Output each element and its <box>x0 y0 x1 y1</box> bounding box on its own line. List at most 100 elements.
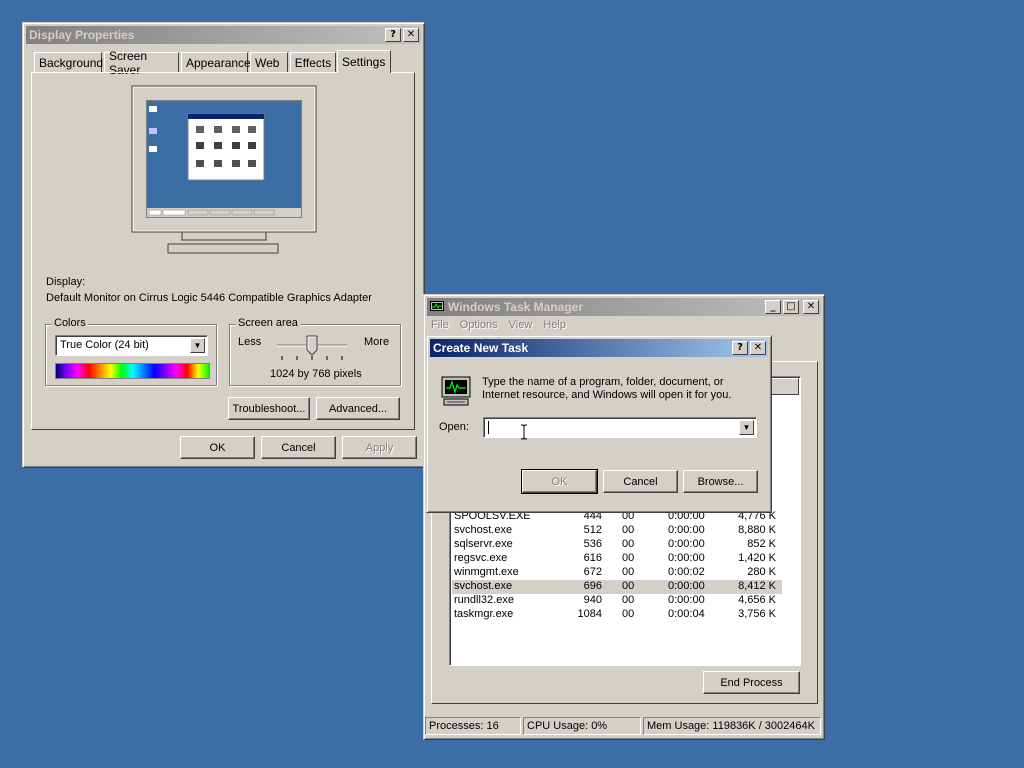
process-time: 0:00:00 <box>668 552 705 564</box>
process-time: 0:00:00 <box>668 580 705 592</box>
status-processes: Processes: 16 <box>425 717 521 735</box>
advanced-button[interactable]: Advanced... <box>316 397 400 420</box>
menu-view[interactable]: View <box>509 319 533 331</box>
process-name: rundll32.exe <box>454 594 514 606</box>
ok-button[interactable]: OK <box>521 469 598 494</box>
tab-settings[interactable]: Settings <box>337 50 391 73</box>
table-row[interactable]: svchost.exe 512 00 0:00:00 8,880 K <box>452 524 782 538</box>
process-time: 0:00:00 <box>668 538 705 550</box>
menu-file[interactable]: File <box>431 319 449 331</box>
dialog-message-line-1: Type the name of a program, folder, docu… <box>482 376 724 388</box>
status-mem: Mem Usage: 119836K / 3002464K <box>643 717 821 735</box>
process-name: regsvc.exe <box>454 552 508 564</box>
table-row-selected[interactable]: svchost.exe 696 00 0:00:00 8,412 K <box>452 580 782 594</box>
process-cpu: 00 <box>622 594 635 606</box>
chevron-down-icon[interactable]: ▼ <box>739 420 754 435</box>
troubleshoot-button[interactable]: Troubleshoot... <box>228 397 310 420</box>
process-mem: 8,412 K <box>738 580 776 592</box>
process-pid: 696 <box>583 580 602 592</box>
process-name: svchost.exe <box>454 524 513 536</box>
colors-label: Colors <box>52 317 88 329</box>
process-cpu: 00 <box>622 538 635 550</box>
open-label: Open: <box>439 421 469 433</box>
process-mem: 1,420 K <box>738 552 776 564</box>
process-mem: 280 K <box>747 566 776 578</box>
screen-area-slider[interactable] <box>274 334 354 364</box>
process-pid: 672 <box>583 566 602 578</box>
display-label: Display: <box>46 276 86 288</box>
menu-options[interactable]: Options <box>460 319 498 331</box>
process-pid: 536 <box>583 538 602 550</box>
text-cursor <box>488 421 489 434</box>
process-pid: 940 <box>583 594 602 606</box>
menu-help[interactable]: Help <box>543 319 566 331</box>
status-cpu: CPU Usage: 0% <box>523 717 641 735</box>
display-properties-titlebar[interactable]: Display Properties ? ✕ <box>26 26 421 44</box>
close-button[interactable]: ✕ <box>803 300 819 314</box>
apply-button[interactable]: Apply <box>342 436 417 459</box>
help-button[interactable]: ? <box>385 28 401 42</box>
screen-area-label: Screen area <box>236 317 300 329</box>
help-button[interactable]: ? <box>732 341 748 355</box>
tab-screen-saver[interactable]: Screen Saver <box>104 49 179 77</box>
i-beam-cursor-icon <box>521 424 527 440</box>
ok-button[interactable]: OK <box>180 436 255 459</box>
process-time: 0:00:00 <box>668 524 705 536</box>
process-cpu: 00 <box>622 566 635 578</box>
cancel-button[interactable]: Cancel <box>603 470 678 493</box>
table-row[interactable]: winmgmt.exe 672 00 0:00:02 280 K <box>452 566 782 580</box>
monitor-preview-icon <box>131 85 317 254</box>
process-mem: 4,656 K <box>738 594 776 606</box>
process-cpu: 00 <box>622 608 635 620</box>
create-new-task-titlebar[interactable]: Create New Task ? ✕ <box>430 339 768 357</box>
tab-background[interactable]: Background <box>34 52 103 72</box>
process-cpu: 00 <box>622 524 635 536</box>
less-label: Less <box>238 336 262 348</box>
process-pid: 512 <box>583 524 602 536</box>
task-manager-icon <box>430 301 444 311</box>
process-mem: 8,880 K <box>738 524 776 536</box>
close-button[interactable]: ✕ <box>750 341 766 355</box>
window-title: Windows Task Manager <box>448 300 584 314</box>
maximize-button[interactable]: □ <box>783 300 799 314</box>
close-button[interactable]: ✕ <box>403 28 419 42</box>
minimize-button[interactable]: _ <box>765 300 781 314</box>
process-mem: 3,756 K <box>738 608 776 620</box>
tab-appearance[interactable]: Appearance <box>181 52 251 72</box>
tab-effects[interactable]: Effects <box>290 52 336 72</box>
table-row[interactable]: taskmgr.exe 1084 00 0:00:04 3,756 K <box>452 608 782 622</box>
table-row[interactable]: rundll32.exe 940 00 0:00:00 4,656 K <box>452 594 782 608</box>
process-time: 0:00:02 <box>668 566 705 578</box>
task-manager-titlebar[interactable]: Windows Task Manager _ □ ✕ <box>427 298 821 316</box>
process-cpu: 00 <box>622 552 635 564</box>
process-name: sqlservr.exe <box>454 538 513 550</box>
display-value: Default Monitor on Cirrus Logic 5446 Com… <box>46 292 372 304</box>
end-process-button[interactable]: End Process <box>703 671 800 694</box>
dialog-title: Create New Task <box>433 341 529 355</box>
run-program-icon <box>441 376 471 406</box>
process-pid: 1084 <box>577 608 602 620</box>
dialog-message-line-2: Internet resource, and Windows will open… <box>482 389 732 401</box>
process-cpu: 00 <box>622 580 635 592</box>
chevron-down-icon[interactable]: ▼ <box>190 338 205 353</box>
resolution-text: 1024 by 768 pixels <box>270 368 362 380</box>
window-title: Display Properties <box>29 28 135 42</box>
browse-button[interactable]: Browse... <box>683 470 758 493</box>
color-spectrum-bar <box>55 363 210 379</box>
cancel-button[interactable]: Cancel <box>261 436 336 459</box>
process-name: taskmgr.exe <box>454 608 514 620</box>
colors-select[interactable]: True Color (24 bit) ▼ <box>55 335 208 356</box>
process-mem: 852 K <box>747 538 776 550</box>
process-time: 0:00:00 <box>668 594 705 606</box>
tab-web[interactable]: Web <box>250 52 288 72</box>
process-name: winmgmt.exe <box>454 566 519 578</box>
more-label: More <box>364 336 390 348</box>
process-pid: 616 <box>583 552 602 564</box>
colors-select-value: True Color (24 bit) <box>60 339 149 351</box>
table-row[interactable]: sqlservr.exe 536 00 0:00:00 852 K <box>452 538 782 552</box>
process-name: svchost.exe <box>454 580 513 592</box>
process-time: 0:00:04 <box>668 608 705 620</box>
task-manager-menu-bar: File Options View Help <box>431 319 577 331</box>
table-row[interactable]: regsvc.exe 616 00 0:00:00 1,420 K <box>452 552 782 566</box>
list-scrollbar[interactable] <box>783 396 799 664</box>
